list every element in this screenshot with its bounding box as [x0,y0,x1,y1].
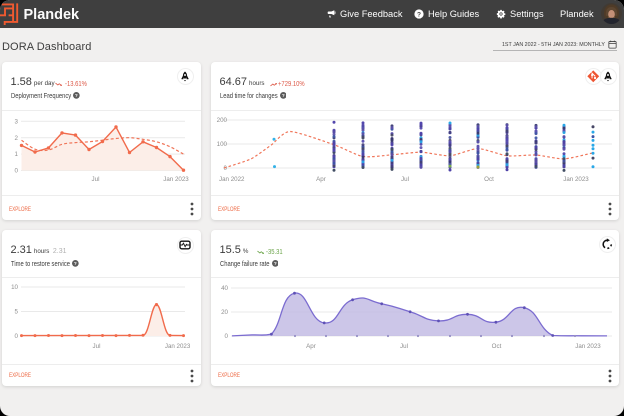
svg-text:?: ? [282,93,285,99]
svg-text:Jul: Jul [400,343,408,350]
svg-text:0: 0 [225,333,229,340]
svg-text:5: 5 [15,309,19,316]
svg-text:10: 10 [11,284,18,291]
svg-text:?: ? [74,261,77,267]
svg-text:100: 100 [217,141,228,148]
svg-text:20: 20 [221,309,228,316]
svg-text:Jul: Jul [92,176,100,183]
svg-text:Jan 2023: Jan 2023 [575,343,601,350]
svg-text:Jan 2023: Jan 2023 [165,343,191,350]
svg-text:0: 0 [224,165,228,172]
svg-text:Apr: Apr [306,343,316,350]
svg-text:Jan 2022: Jan 2022 [219,176,245,183]
svg-text:Jan 2023: Jan 2023 [563,176,589,183]
svg-text:?: ? [417,11,421,18]
svg-text:Jan 2023: Jan 2023 [163,176,189,183]
svg-text:Apr: Apr [316,176,326,183]
svg-text:0: 0 [15,168,19,175]
svg-text:1: 1 [15,151,19,158]
svg-text:3: 3 [15,118,19,125]
svg-text:2: 2 [15,135,19,142]
svg-text:Jul: Jul [401,176,409,183]
svg-text:Jul: Jul [93,343,101,350]
svg-text:200: 200 [217,117,228,124]
svg-text:?: ? [75,93,78,99]
svg-text:?: ? [273,261,276,267]
svg-text:0: 0 [15,333,19,340]
svg-text:Oct: Oct [484,176,494,183]
svg-text:Oct: Oct [492,343,502,350]
svg-text:40: 40 [221,285,228,292]
